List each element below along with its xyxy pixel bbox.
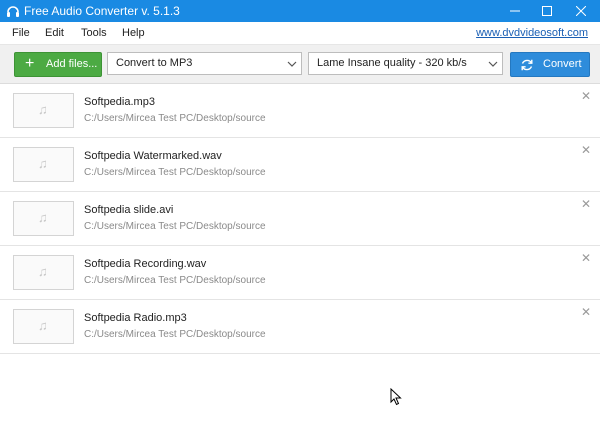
music-note-icon: ♫ [38, 210, 48, 225]
file-row[interactable]: ♫ Softpedia.mp3 C:/Users/Mircea Test PC/… [0, 84, 600, 138]
file-path: C:/Users/Mircea Test PC/Desktop/source [84, 113, 266, 124]
headphones-icon [7, 6, 19, 17]
convert-button[interactable]: Convert [510, 52, 590, 77]
music-note-icon: ♫ [38, 102, 48, 117]
music-note-icon: ♫ [38, 156, 48, 171]
add-files-button[interactable]: + Add files... [14, 52, 102, 77]
remove-file-icon[interactable]: ✕ [581, 306, 591, 318]
file-name: Softpedia slide.avi [84, 204, 174, 216]
file-path: C:/Users/Mircea Test PC/Desktop/source [84, 167, 266, 178]
chevron-down-icon [287, 61, 297, 67]
file-path: C:/Users/Mircea Test PC/Desktop/source [84, 329, 266, 340]
minimize-button[interactable] [498, 0, 532, 22]
music-note-icon: ♫ [38, 318, 48, 333]
remove-file-icon[interactable]: ✕ [581, 252, 591, 264]
menu-help[interactable]: Help [122, 27, 145, 39]
mouse-pointer-icon [390, 388, 402, 406]
minimize-icon [510, 10, 520, 12]
refresh-icon [521, 59, 533, 71]
quality-value: Lame Insane quality - 320 kb/s [317, 57, 467, 69]
close-window-button[interactable] [564, 0, 598, 22]
menu-file[interactable]: File [12, 27, 30, 39]
file-path: C:/Users/Mircea Test PC/Desktop/source [84, 221, 266, 232]
file-row[interactable]: ♫ Softpedia slide.avi C:/Users/Mircea Te… [0, 192, 600, 246]
add-files-label: Add files... [46, 58, 98, 70]
remove-file-icon[interactable]: ✕ [581, 198, 591, 210]
file-path: C:/Users/Mircea Test PC/Desktop/source [84, 275, 266, 286]
file-thumbnail: ♫ [13, 201, 74, 236]
music-note-icon: ♫ [38, 264, 48, 279]
format-select[interactable]: Convert to MP3 [107, 52, 302, 75]
website-link[interactable]: www.dvdvideosoft.com [476, 27, 588, 39]
menu-tools[interactable]: Tools [81, 27, 107, 39]
menu-edit[interactable]: Edit [45, 27, 64, 39]
file-thumbnail: ♫ [13, 93, 74, 128]
file-name: Softpedia.mp3 [84, 96, 155, 108]
file-row[interactable]: ♫ Softpedia Radio.mp3 C:/Users/Mircea Te… [0, 300, 600, 354]
maximize-button[interactable] [530, 0, 564, 22]
convert-label: Convert [543, 58, 582, 70]
window-title: Free Audio Converter v. 5.1.3 [24, 4, 180, 18]
chevron-down-icon [488, 61, 498, 67]
file-row[interactable]: ♫ Softpedia Watermarked.wav C:/Users/Mir… [0, 138, 600, 192]
plus-icon: + [25, 55, 35, 72]
format-value: Convert to MP3 [116, 57, 193, 69]
file-thumbnail: ♫ [13, 309, 74, 344]
remove-file-icon[interactable]: ✕ [581, 144, 591, 156]
menu-bar: File Edit Tools Help www.dvdvideosoft.co… [0, 22, 600, 45]
file-thumbnail: ♫ [13, 147, 74, 182]
file-name: Softpedia Watermarked.wav [84, 150, 222, 162]
close-icon [576, 6, 586, 16]
title-bar: Free Audio Converter v. 5.1.3 [0, 0, 600, 22]
file-list: ♫ Softpedia.mp3 C:/Users/Mircea Test PC/… [0, 84, 600, 354]
remove-file-icon[interactable]: ✕ [581, 90, 591, 102]
file-row[interactable]: ♫ Softpedia Recording.wav C:/Users/Mirce… [0, 246, 600, 300]
quality-select[interactable]: Lame Insane quality - 320 kb/s [308, 52, 503, 75]
maximize-icon [542, 6, 552, 16]
file-name: Softpedia Radio.mp3 [84, 312, 187, 324]
file-thumbnail: ♫ [13, 255, 74, 290]
toolbar: + Add files... Convert to MP3 Lame Insan… [0, 45, 600, 84]
file-name: Softpedia Recording.wav [84, 258, 207, 270]
